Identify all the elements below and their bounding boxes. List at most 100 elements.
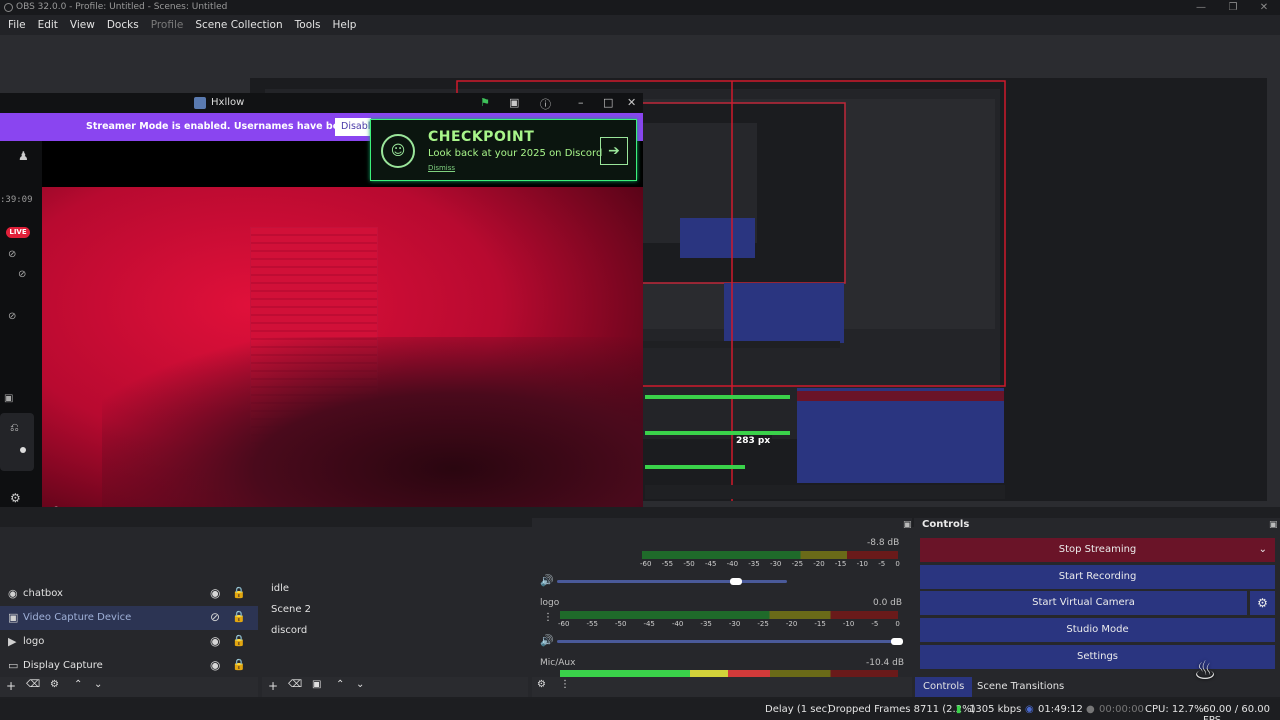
stop-streaming-label: Stop Streaming — [1058, 544, 1137, 555]
volume-knob[interactable] — [891, 638, 903, 645]
menu-scene-collection[interactable]: Scene Collection — [189, 19, 288, 31]
volume-slider[interactable] — [557, 580, 787, 583]
virtual-camera-gear-icon[interactable]: ⚙ — [1250, 591, 1275, 615]
source-row[interactable]: ▭ Display Capture ◉ 🔒 — [0, 654, 258, 677]
more-options-icon[interactable]: ⋮ — [543, 612, 553, 623]
mute-icon[interactable]: ⊘ — [8, 311, 16, 322]
cpu-status: CPU: 12.7% — [1145, 704, 1204, 715]
headset-icon[interactable]: ⎌ — [10, 421, 19, 435]
source-row[interactable]: ◉ chatbox ◉ 🔒 — [0, 582, 258, 606]
mixer-settings-icon[interactable]: ⚙ — [537, 679, 546, 690]
audio-meter — [560, 611, 898, 619]
checkpoint-banner[interactable]: ☺ CHECKPOINT Look back at your 2025 on D… — [370, 119, 637, 181]
source-settings-icon[interactable]: ⚙ — [50, 679, 59, 690]
menu-file[interactable]: File — [2, 19, 32, 31]
channel-name: Mic/Aux — [540, 658, 576, 668]
screen-share-icon[interactable]: ▣ — [509, 96, 519, 109]
arrow-right-icon[interactable]: ➔ — [600, 137, 628, 165]
dismiss-link[interactable]: Dismiss — [428, 164, 455, 172]
move-up-icon[interactable]: ⌃ — [336, 679, 344, 690]
speaker-icon[interactable]: 🔊 — [540, 574, 554, 587]
obs-logo-icon — [4, 3, 13, 12]
discord-window-title: Hxllow — [211, 97, 245, 108]
channel-db: 0.0 dB — [873, 598, 903, 608]
visibility-eye-icon[interactable]: ◉ — [210, 634, 220, 648]
delay-status: Delay (1 sec) — [765, 704, 832, 715]
clock-text: :39:09 — [0, 195, 33, 205]
source-row[interactable]: ▶ logo ◉ 🔒 — [0, 630, 258, 654]
hidden-eye-icon[interactable]: ⊘ — [210, 610, 220, 624]
settings-gear-icon[interactable]: ⚙ — [10, 491, 21, 505]
speaker-icon[interactable]: 🔊 — [540, 634, 554, 647]
undock-icon[interactable]: ▣ — [903, 520, 912, 530]
fps-status: 60.00 / 60.00 FPS — [1203, 704, 1270, 720]
play-icon: ▶ — [8, 635, 17, 648]
menu-view[interactable]: View — [64, 19, 101, 31]
lock-icon[interactable]: 🔒 — [232, 658, 246, 671]
volume-knob[interactable] — [730, 578, 743, 585]
scenes-toolbar: + ⌫ ▣ ⌃ ⌄ — [262, 677, 528, 697]
close-icon[interactable]: ✕ — [1248, 0, 1280, 15]
menu-bar: File Edit View Docks Profile Scene Colle… — [0, 15, 1280, 35]
more-options-icon[interactable]: ⋮ — [560, 679, 570, 690]
menu-profile[interactable]: Profile — [145, 19, 190, 31]
window-title: OBS 32.0.0 - Profile: Untitled - Scenes:… — [16, 2, 228, 12]
tab-scene-transitions[interactable]: Scene Transitions — [969, 677, 1072, 697]
mic-muted-icon[interactable]: ⊘ — [8, 249, 16, 260]
undock-icon[interactable]: ▣ — [1269, 520, 1278, 530]
menu-docks[interactable]: Docks — [101, 19, 145, 31]
lock-icon[interactable]: 🔒 — [232, 610, 246, 623]
menu-edit[interactable]: Edit — [32, 19, 64, 31]
close-icon[interactable]: ✕ — [627, 96, 636, 109]
sources-list: ◉ chatbox ◉ 🔒 ▣ Video Capture Device ⊘ 🔒… — [0, 560, 258, 677]
camera-icon[interactable]: ▣ — [4, 393, 13, 404]
remove-scene-icon[interactable]: ⌫ — [288, 679, 302, 690]
minimize-icon[interactable]: — — [1185, 0, 1217, 15]
app-avatar-icon — [194, 97, 206, 109]
add-friend-icon[interactable]: ♟ — [18, 149, 29, 163]
start-recording-button[interactable]: Start Recording — [920, 565, 1275, 589]
bitrate-status: 1305 kbps — [969, 704, 1022, 715]
logo-watermark-icon: ♨ — [1193, 656, 1217, 686]
help-icon[interactable]: ⓘ — [540, 96, 551, 112]
chevron-down-icon[interactable]: ⌄ — [1259, 538, 1267, 562]
restore-icon[interactable]: ❐ — [1217, 0, 1249, 15]
minimize-icon[interactable]: – — [578, 96, 584, 109]
remove-source-icon[interactable]: ⌫ — [26, 679, 40, 690]
studio-mode-button[interactable]: Studio Mode — [920, 618, 1275, 642]
discord-logo-icon: ☺ — [381, 134, 415, 168]
dropped-frames-status: Dropped Frames 8711 (2.2%) — [828, 704, 976, 715]
add-scene-icon[interactable]: + — [268, 679, 278, 693]
camera-icon: ▣ — [8, 611, 19, 624]
discord-window[interactable]: Hxllow ⚑ ▣ ⓘ – □ ✕ Streamer Mode is enab… — [0, 93, 643, 573]
scene-filter-icon[interactable]: ▣ — [312, 679, 321, 690]
add-source-icon[interactable]: + — [6, 679, 16, 693]
mixer-toolbar: ⚙ ⋮ — [532, 677, 912, 697]
menu-tools[interactable]: Tools — [289, 19, 327, 31]
source-row-selected[interactable]: ▣ Video Capture Device ⊘ 🔒 — [0, 606, 258, 630]
flag-icon[interactable]: ⚑ — [480, 96, 490, 109]
status-bar: Delay (1 sec) Dropped Frames 8711 (2.2%)… — [0, 699, 1280, 720]
scene-item[interactable]: idle — [271, 583, 289, 594]
scenes-list: idle Scene 2 discord — [262, 573, 528, 677]
lock-icon[interactable]: 🔒 — [232, 634, 246, 647]
visibility-eye-icon[interactable]: ◉ — [210, 586, 220, 600]
volume-slider[interactable] — [557, 640, 897, 643]
move-down-icon[interactable]: ⌄ — [356, 679, 364, 690]
move-down-icon[interactable]: ⌄ — [94, 679, 102, 690]
scene-item[interactable]: Scene 2 — [271, 604, 311, 615]
stop-streaming-button[interactable]: Stop Streaming ⌄ — [920, 538, 1275, 562]
disable-button[interactable]: Disable — [335, 118, 376, 136]
tab-controls[interactable]: Controls — [915, 677, 973, 697]
lock-icon[interactable]: 🔒 — [232, 586, 246, 599]
voice-controls: ⎌ — [0, 413, 34, 471]
visibility-eye-icon[interactable]: ◉ — [210, 658, 220, 672]
scene-item[interactable]: discord — [271, 625, 307, 636]
deafen-icon[interactable]: ⊘ — [18, 269, 26, 280]
maximize-icon[interactable]: □ — [603, 96, 613, 109]
start-virtual-camera-button[interactable]: Start Virtual Camera — [920, 591, 1247, 615]
menu-help[interactable]: Help — [327, 19, 363, 31]
channel-db: -8.8 dB — [867, 538, 900, 548]
move-up-icon[interactable]: ⌃ — [74, 679, 82, 690]
title-bar: OBS 32.0.0 - Profile: Untitled - Scenes:… — [0, 0, 1280, 15]
